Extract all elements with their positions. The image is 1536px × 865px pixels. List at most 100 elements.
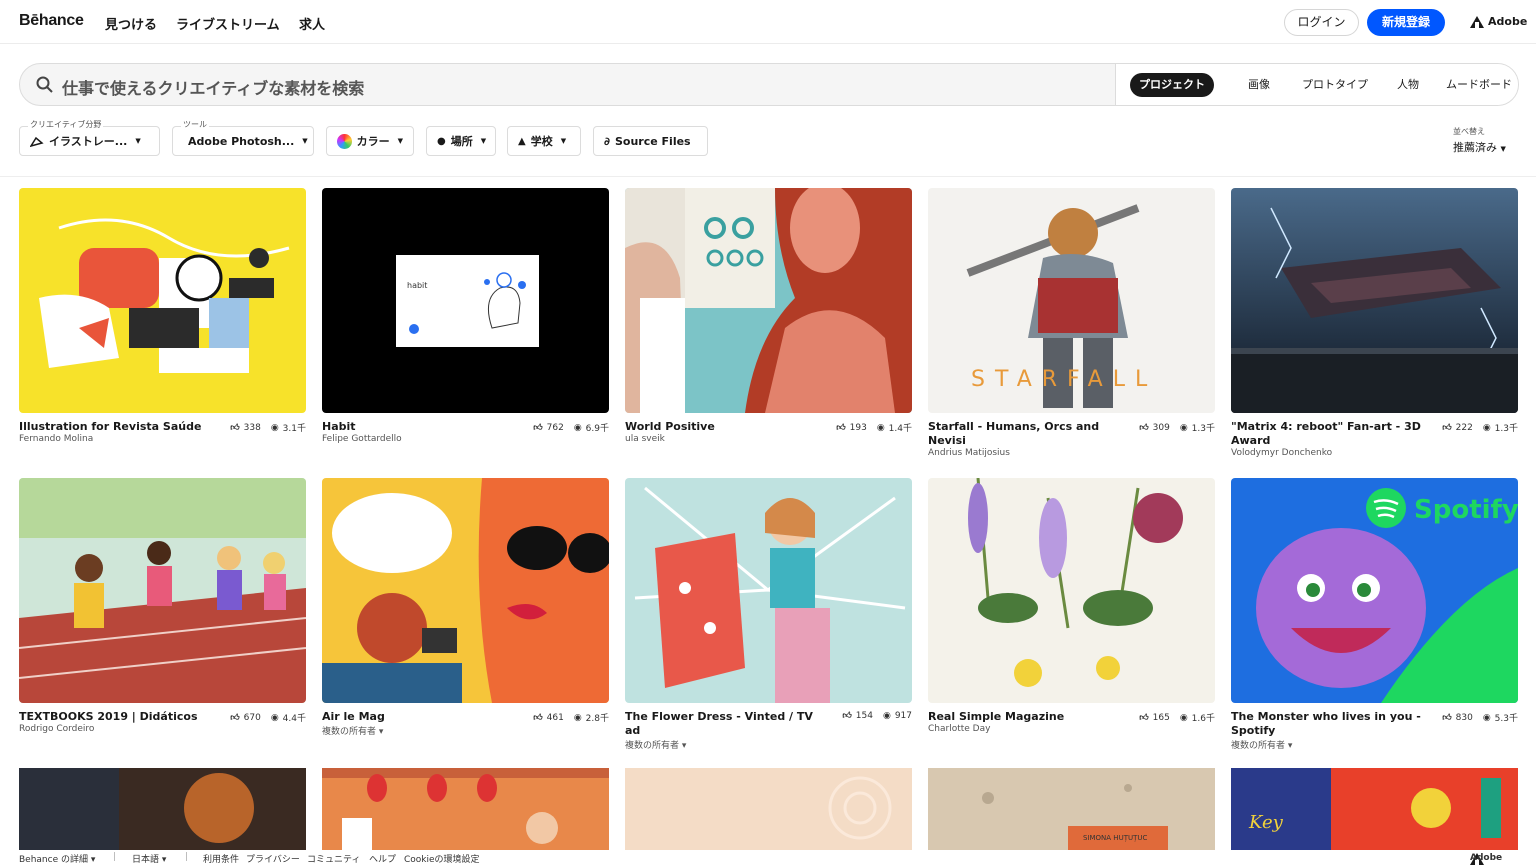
signup-button[interactable]: 新規登録 [1367, 9, 1445, 36]
thumbs-up-icon: 👍︎ [533, 422, 543, 433]
location-filter[interactable]: ● 場所 ▼ [426, 126, 496, 156]
project-card[interactable] [322, 768, 609, 850]
project-thumbnail[interactable]: Spotify [1231, 478, 1518, 703]
views-count: 1.4千 [888, 424, 912, 434]
project-thumbnail[interactable] [322, 768, 609, 850]
tab-images[interactable]: 画像 [1248, 76, 1270, 92]
footer-language[interactable]: 日本語 ▾ [132, 852, 166, 865]
footer-cookie[interactable]: Cookieの環境設定 [404, 852, 480, 865]
source-files-filter[interactable]: ∂ Source Files [593, 126, 708, 156]
color-label: カラー [356, 135, 390, 148]
project-thumbnail[interactable] [625, 768, 912, 850]
sort-dropdown[interactable]: 推薦済み ▼ [1453, 139, 1506, 155]
project-thumbnail[interactable] [928, 478, 1215, 703]
project-title[interactable]: Real Simple Magazine [928, 710, 1123, 724]
thumbs-up-icon: 👍︎ [230, 422, 240, 433]
project-stats: 👍︎ 193 ◉ 1.4千 [836, 421, 912, 435]
key-text: Key [1248, 812, 1284, 833]
search-bar[interactable]: 仕事で使えるクリエイティブな素材を検索 プロジェクト 画像 プロトタイプ 人物 … [19, 63, 1519, 106]
nav-livestream[interactable]: ライブストリーム [176, 14, 280, 33]
project-owner[interactable]: Fernando Molina [19, 434, 93, 444]
likes-count: 222 [1455, 422, 1473, 433]
project-thumbnail[interactable] [625, 188, 912, 413]
footer-community[interactable]: コミュニティ [307, 852, 360, 865]
multiple-owners-dropdown[interactable]: 複数の所有者 ▾ [322, 724, 383, 737]
project-card[interactable]: SIMONA HUȚUȚUC [928, 768, 1215, 850]
footer-more-behance[interactable]: Behance の詳細 ▾ [19, 852, 95, 865]
graduation-cap-icon: ▲ [518, 135, 526, 147]
project-owner[interactable]: Rodrigo Cordeiro [19, 724, 94, 734]
project-thumbnail[interactable] [1231, 188, 1518, 413]
project-thumbnail[interactable] [625, 478, 912, 703]
tab-projects[interactable]: プロジェクト [1130, 73, 1214, 97]
project-thumbnail[interactable] [322, 478, 609, 703]
project-thumbnail[interactable] [19, 188, 306, 413]
login-button[interactable]: ログイン [1284, 9, 1359, 36]
tab-prototypes[interactable]: プロトタイプ [1302, 76, 1368, 92]
thumbs-up-icon: 👍︎ [1139, 712, 1149, 723]
thumbs-up-icon: 👍︎ [1442, 422, 1452, 433]
views-stat: ◉ 1.3千 [1180, 421, 1215, 435]
project-title[interactable]: Illustration for Revista Saúde [19, 420, 214, 434]
school-filter[interactable]: ▲ 学校 ▼ [507, 126, 581, 156]
project-owner[interactable]: Andrius Matijosius [928, 448, 1010, 458]
behance-logo[interactable]: Bēhance [19, 12, 84, 30]
project-title[interactable]: The Monster who lives in you - Spotify [1231, 710, 1426, 738]
project-title[interactable]: Starfall - Humans, Orcs and Nevisi [928, 420, 1123, 448]
likes-stat: 👍︎ 309 [1139, 423, 1170, 433]
tool-label: ツール [181, 119, 209, 130]
project-thumbnail[interactable]: Key [1231, 768, 1518, 850]
tab-moodboards[interactable]: ムードボード [1446, 76, 1512, 92]
project-stats: 👍︎ 762 ◉ 6.9千 [533, 421, 609, 435]
multiple-owners-dropdown[interactable]: 複数の所有者 ▾ [1231, 738, 1292, 751]
chevron-down-icon: ▼ [397, 137, 403, 145]
project-card[interactable] [625, 768, 912, 850]
likes-stat: 👍︎ 338 [230, 423, 261, 433]
project-thumbnail[interactable]: habit [322, 188, 609, 413]
project-owner[interactable]: Felipe Gottardello [322, 434, 402, 444]
creative-field-filter[interactable]: イラストレー... ▼ [19, 126, 160, 156]
thumbs-up-icon: 👍︎ [842, 711, 852, 721]
search-input[interactable]: 仕事で使えるクリエイティブな素材を検索 [62, 75, 364, 99]
footer-terms[interactable]: 利用条件 [203, 852, 239, 865]
project-card[interactable]: Key [1231, 768, 1518, 850]
tool-filter[interactable]: Adobe Photosh... ▼ [172, 126, 314, 156]
project-thumbnail[interactable] [19, 478, 306, 703]
thumbs-up-icon: 👍︎ [230, 712, 240, 723]
spotify-logo-text: Spotify [1414, 495, 1518, 525]
likes-count: 670 [243, 712, 261, 723]
project-card[interactable] [19, 768, 306, 850]
views-stat: ◉ 5.3千 [1483, 711, 1518, 725]
project-owner[interactable]: Volodymyr Donchenko [1231, 448, 1332, 458]
project-thumbnail[interactable] [19, 768, 306, 850]
project-thumbnail[interactable]: STARFALL [928, 188, 1215, 413]
likes-stat: 👍︎ 165 [1139, 713, 1170, 723]
tab-people[interactable]: 人物 [1397, 76, 1419, 92]
project-thumbnail[interactable]: SIMONA HUȚUȚUC [928, 768, 1215, 850]
project-owner[interactable]: Charlotte Day [928, 724, 990, 734]
project-title[interactable]: World Positive [625, 420, 820, 434]
nav-jobs[interactable]: 求人 [299, 14, 325, 33]
project-stats: 👍︎ 670 ◉ 4.4千 [230, 711, 306, 725]
views-stat: ◉ 1.3千 [1483, 421, 1518, 435]
project-title[interactable]: Air le Mag [322, 710, 517, 724]
nav-discover[interactable]: 見つける [105, 14, 157, 33]
views-count: 1.3千 [1494, 424, 1518, 434]
color-wheel-icon [337, 133, 352, 149]
likes-count: 461 [546, 712, 564, 723]
project-title[interactable]: The Flower Dress - Vinted / TV ad [625, 710, 820, 738]
adobe-link[interactable]: Adobe [1470, 15, 1527, 28]
school-label: 学校 [530, 135, 553, 148]
project-title[interactable]: Habit [322, 420, 517, 434]
project-title[interactable]: "Matrix 4: reboot" Fan-art - 3D Award [1231, 420, 1426, 448]
eye-icon: ◉ [573, 712, 582, 723]
color-filter[interactable]: カラー ▼ [326, 126, 414, 156]
views-stat: ◉ 6.9千 [574, 421, 609, 435]
project-owner[interactable]: ula sveik [625, 434, 665, 444]
project-title[interactable]: TEXTBOOKS 2019 | Didáticos [19, 710, 214, 724]
top-navigation: Bēhance 見つける ライブストリーム 求人 ログイン 新規登録 Adobe [0, 0, 1536, 44]
footer-help[interactable]: ヘルプ [369, 852, 396, 865]
multiple-owners-dropdown[interactable]: 複数の所有者 ▾ [625, 738, 686, 751]
footer-privacy[interactable]: プライバシー [246, 852, 300, 865]
views-count: 6.9千 [585, 424, 609, 434]
